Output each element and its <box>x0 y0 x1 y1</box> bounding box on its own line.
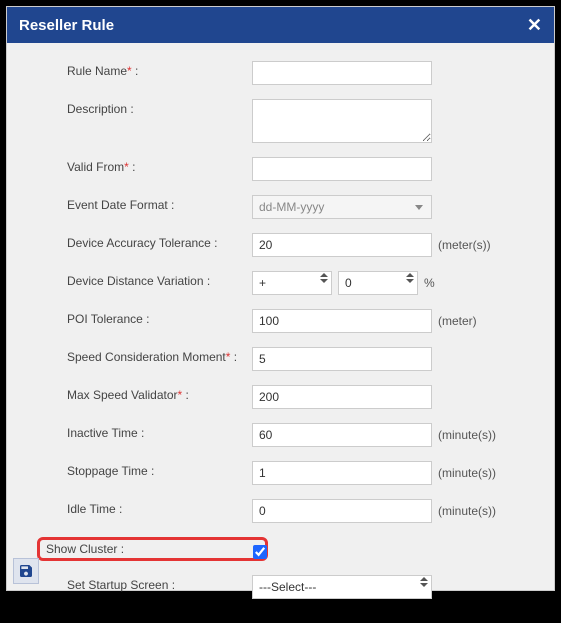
save-icon <box>18 563 34 579</box>
row-device-distance: Device Distance Variation : % <box>67 271 534 295</box>
spin-down-icon[interactable] <box>320 279 328 283</box>
distance-value-spinner[interactable] <box>338 271 418 295</box>
unit-minutes: (minute(s)) <box>438 428 496 442</box>
required-mark: * <box>124 160 129 174</box>
chevron-down-icon <box>415 205 423 210</box>
startup-screen-input[interactable] <box>252 575 432 599</box>
show-cluster-checkbox[interactable] <box>249 542 263 556</box>
idle-time-input[interactable] <box>252 499 432 523</box>
row-event-date-format: Event Date Format : dd-MM-yyyy <box>67 195 534 219</box>
row-valid-from: Valid From* : <box>67 157 534 181</box>
panel-header: Reseller Rule ✕ <box>7 7 554 43</box>
rule-name-input[interactable] <box>252 61 432 85</box>
max-speed-input[interactable] <box>252 385 432 409</box>
label-stoppage-time: Stoppage Time : <box>67 461 252 478</box>
label-description: Description : <box>67 99 252 116</box>
label-max-speed: Max Speed Validator* : <box>67 385 252 402</box>
spin-up-icon[interactable] <box>406 273 414 277</box>
speed-moment-input[interactable] <box>252 347 432 371</box>
unit-minutes: (minute(s)) <box>438 504 496 518</box>
form-body: Rule Name* : Description : Valid From* :… <box>7 43 554 623</box>
stoppage-time-input[interactable] <box>252 461 432 485</box>
valid-from-input[interactable] <box>252 157 432 181</box>
spin-up-icon[interactable] <box>320 273 328 277</box>
unit-meters: (meter(s)) <box>438 238 491 252</box>
row-startup-screen: Set Startup Screen : <box>67 575 534 599</box>
row-device-accuracy: Device Accuracy Tolerance : (meter(s)) <box>67 233 534 257</box>
label-valid-from: Valid From* : <box>67 157 252 174</box>
distance-op-spinner[interactable] <box>252 271 332 295</box>
unit-minutes: (minute(s)) <box>438 466 496 480</box>
spin-down-icon[interactable] <box>406 279 414 283</box>
row-max-speed: Max Speed Validator* : <box>67 385 534 409</box>
label-rule-name: Rule Name* : <box>67 61 252 78</box>
label-device-distance: Device Distance Variation : <box>67 271 252 288</box>
row-idle-time: Idle Time : (minute(s)) <box>67 499 534 523</box>
reseller-rule-panel: Reseller Rule ✕ Rule Name* : Description… <box>6 6 555 591</box>
required-mark: * <box>226 350 231 364</box>
highlight-box: Show Cluster : <box>37 537 268 561</box>
save-button[interactable] <box>13 558 39 584</box>
label-idle-time: Idle Time : <box>67 499 252 516</box>
label-startup-screen: Set Startup Screen : <box>67 575 252 592</box>
row-description: Description : <box>67 99 534 143</box>
row-speed-moment: Speed Consideration Moment* : <box>67 347 534 371</box>
unit-meter: (meter) <box>438 314 477 328</box>
row-inactive-time: Inactive Time : (minute(s)) <box>67 423 534 447</box>
required-mark: * <box>127 64 132 78</box>
event-date-format-select[interactable]: dd-MM-yyyy <box>252 195 432 219</box>
startup-screen-select[interactable] <box>252 575 432 599</box>
row-rule-name: Rule Name* : <box>67 61 534 85</box>
panel-title: Reseller Rule <box>19 17 114 34</box>
row-poi-tolerance: POI Tolerance : (meter) <box>67 309 534 333</box>
label-show-cluster: Show Cluster : <box>46 542 249 556</box>
inactive-time-input[interactable] <box>252 423 432 447</box>
label-event-date-format: Event Date Format : <box>67 195 252 212</box>
spin-up-icon[interactable] <box>420 577 428 581</box>
panel-footer <box>7 552 45 590</box>
unit-percent: % <box>424 276 435 290</box>
row-stoppage-time: Stoppage Time : (minute(s)) <box>67 461 534 485</box>
label-device-accuracy: Device Accuracy Tolerance : <box>67 233 252 250</box>
label-speed-moment: Speed Consideration Moment* : <box>67 347 252 364</box>
label-poi-tolerance: POI Tolerance : <box>67 309 252 326</box>
poi-tolerance-input[interactable] <box>252 309 432 333</box>
description-input[interactable] <box>252 99 432 143</box>
device-accuracy-input[interactable] <box>252 233 432 257</box>
required-mark: * <box>178 388 183 402</box>
label-inactive-time: Inactive Time : <box>67 423 252 440</box>
close-icon[interactable]: ✕ <box>527 16 542 34</box>
row-show-cluster: Show Cluster : <box>43 537 534 561</box>
spin-down-icon[interactable] <box>420 583 428 587</box>
